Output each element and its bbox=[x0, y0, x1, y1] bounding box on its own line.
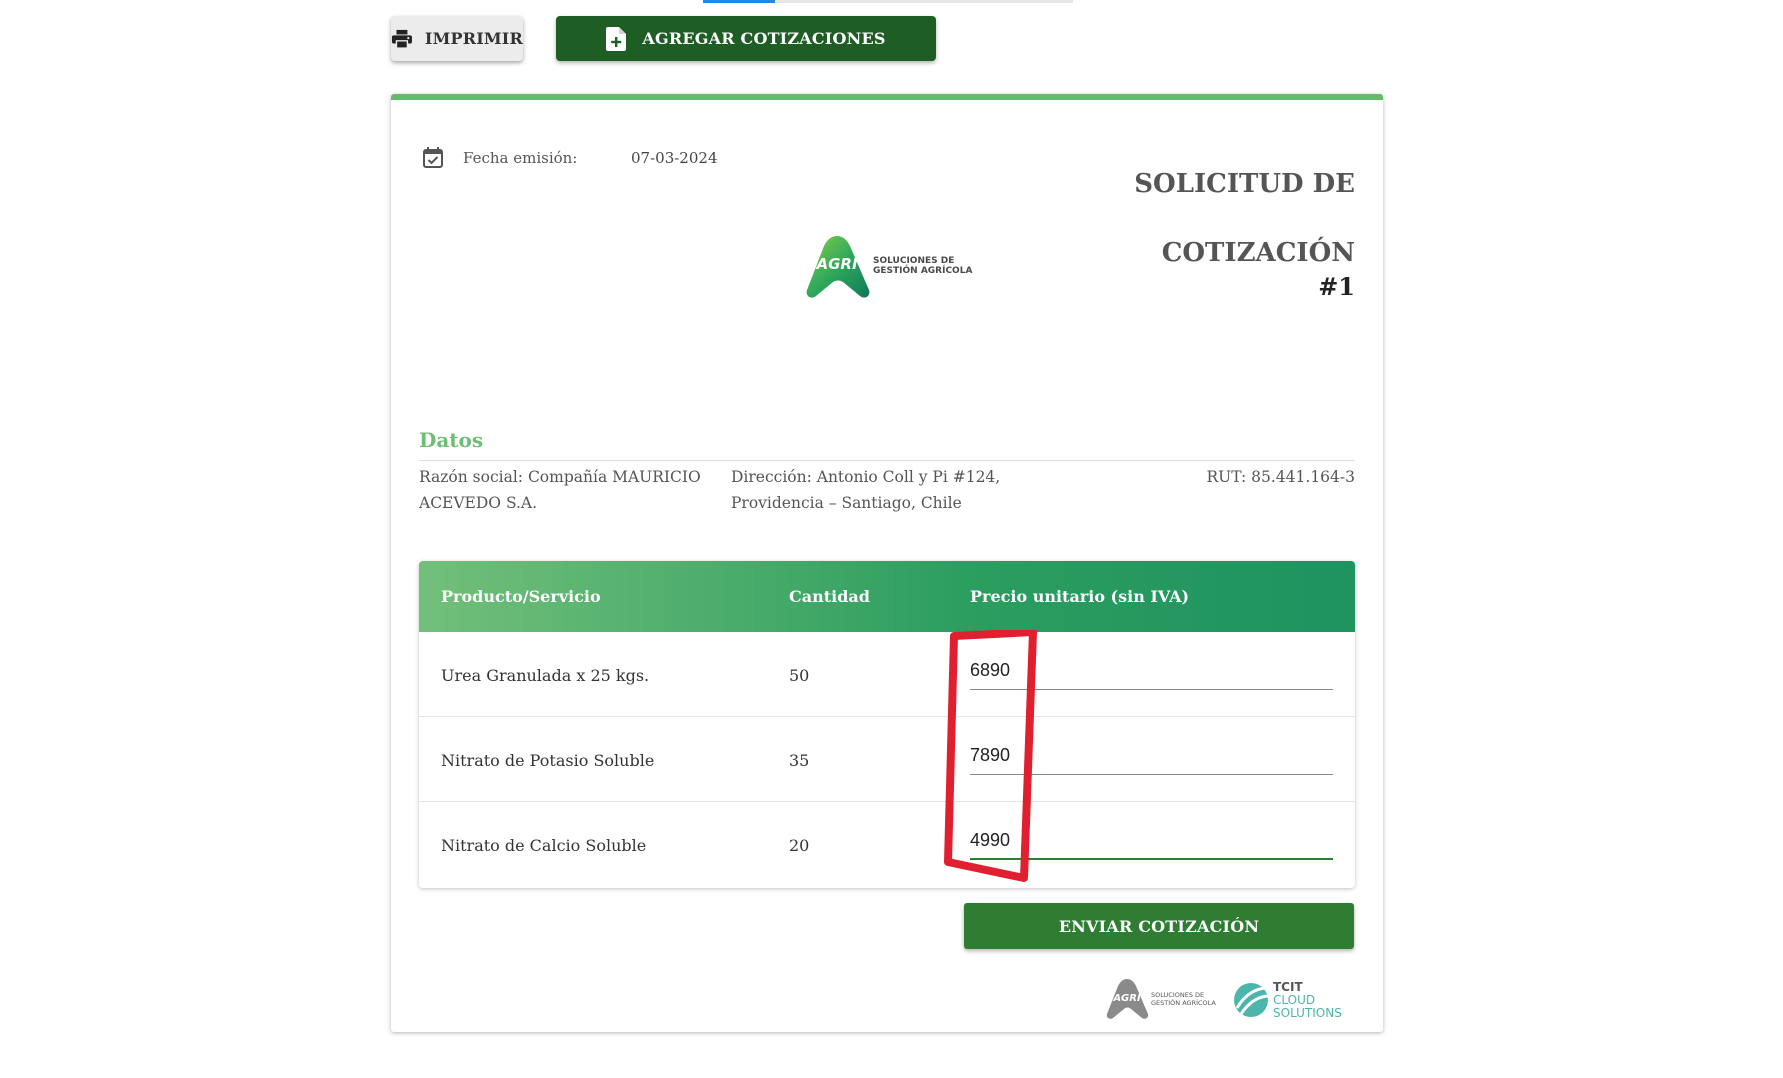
document-title-line1: SOLICITUD DE bbox=[1134, 169, 1355, 199]
footer-logos: AGRI SOLUCIONES DE GESTIÓN AGRÍCOLA TCIT… bbox=[1105, 976, 1351, 1022]
active-tab-indicator bbox=[703, 0, 775, 3]
header-product: Producto/Servicio bbox=[441, 587, 601, 606]
add-quotes-label: AGREGAR COTIZACIONES bbox=[642, 29, 886, 48]
send-quote-label: ENVIAR COTIZACIÓN bbox=[1058, 916, 1260, 936]
quote-request-card: Fecha emisión: 07-03-2024 SOLICITUD DE C… bbox=[391, 94, 1383, 1032]
issue-date-row: Fecha emisión: 07-03-2024 bbox=[421, 146, 717, 170]
document-number: #1 bbox=[1318, 272, 1355, 301]
datos-divider bbox=[419, 460, 1355, 461]
top-tab-indicator bbox=[703, 0, 1073, 3]
svg-text:AGRI: AGRI bbox=[1112, 993, 1141, 1004]
print-button-label: IMPRIMIR bbox=[424, 29, 523, 48]
unit-price-input[interactable] bbox=[970, 743, 1333, 775]
document-title: SOLICITUD DE COTIZACIÓN bbox=[1134, 150, 1355, 288]
send-quote-button[interactable]: ENVIAR COTIZACIÓN bbox=[964, 903, 1354, 949]
svg-text:SOLUCIONES DE: SOLUCIONES DE bbox=[873, 256, 954, 266]
direccion: Dirección: Antonio Coll y Pi #124, Provi… bbox=[731, 468, 1001, 512]
product-quantity: 50 bbox=[789, 666, 810, 685]
svg-text:TCIT: TCIT bbox=[1273, 980, 1303, 994]
agri-footer-logo: AGRI SOLUCIONES DE GESTIÓN AGRÍCOLA bbox=[1106, 979, 1216, 1019]
printer-icon bbox=[391, 29, 412, 49]
datos-section-title: Datos bbox=[419, 428, 484, 452]
product-name: Nitrato de Calcio Soluble bbox=[441, 836, 647, 855]
product-quantity: 35 bbox=[789, 751, 810, 770]
add-file-icon bbox=[606, 26, 627, 51]
table-row: Urea Granulada x 25 kgs. 50 bbox=[419, 632, 1355, 717]
rut: RUT: 85.441.164-3 bbox=[1206, 468, 1355, 486]
svg-text:CLOUD: CLOUD bbox=[1273, 993, 1315, 1007]
table-row: Nitrato de Calcio Soluble 20 bbox=[419, 802, 1355, 887]
svg-text:AGRI: AGRI bbox=[815, 255, 857, 273]
products-table: Producto/Servicio Cantidad Precio unitar… bbox=[419, 561, 1355, 888]
svg-text:SOLUTIONS: SOLUTIONS bbox=[1273, 1006, 1342, 1020]
product-quantity: 20 bbox=[789, 836, 810, 855]
table-header: Producto/Servicio Cantidad Precio unitar… bbox=[419, 561, 1355, 632]
issue-date-label: Fecha emisión: bbox=[463, 149, 578, 167]
add-quotes-button[interactable]: AGREGAR COTIZACIONES bbox=[556, 16, 936, 61]
product-name: Nitrato de Potasio Soluble bbox=[441, 751, 655, 770]
product-name: Urea Granulada x 25 kgs. bbox=[441, 666, 650, 685]
agri-logo: AGRI SOLUCIONES DE GESTIÓN AGRÍCOLA bbox=[806, 236, 972, 298]
tcit-footer-logo: TCIT CLOUD SOLUTIONS bbox=[1234, 980, 1342, 1020]
svg-text:GESTIÓN AGRÍCOLA: GESTIÓN AGRÍCOLA bbox=[873, 264, 972, 276]
calendar-check-icon bbox=[423, 147, 443, 168]
svg-text:GESTIÓN AGRÍCOLA: GESTIÓN AGRÍCOLA bbox=[1151, 998, 1216, 1007]
svg-text:SOLUCIONES DE: SOLUCIONES DE bbox=[1151, 991, 1204, 999]
issue-date-value: 07-03-2024 bbox=[631, 149, 718, 167]
header-quantity: Cantidad bbox=[789, 587, 870, 606]
print-button[interactable]: IMPRIMIR bbox=[391, 16, 523, 61]
header-unit-price: Precio unitario (sin IVA) bbox=[970, 587, 1190, 606]
razon-social: Razón social: Compañía MAURICIO ACEVEDO … bbox=[419, 468, 701, 512]
unit-price-input[interactable] bbox=[970, 658, 1333, 690]
unit-price-input[interactable] bbox=[970, 828, 1333, 860]
table-row: Nitrato de Potasio Soluble 35 bbox=[419, 717, 1355, 802]
